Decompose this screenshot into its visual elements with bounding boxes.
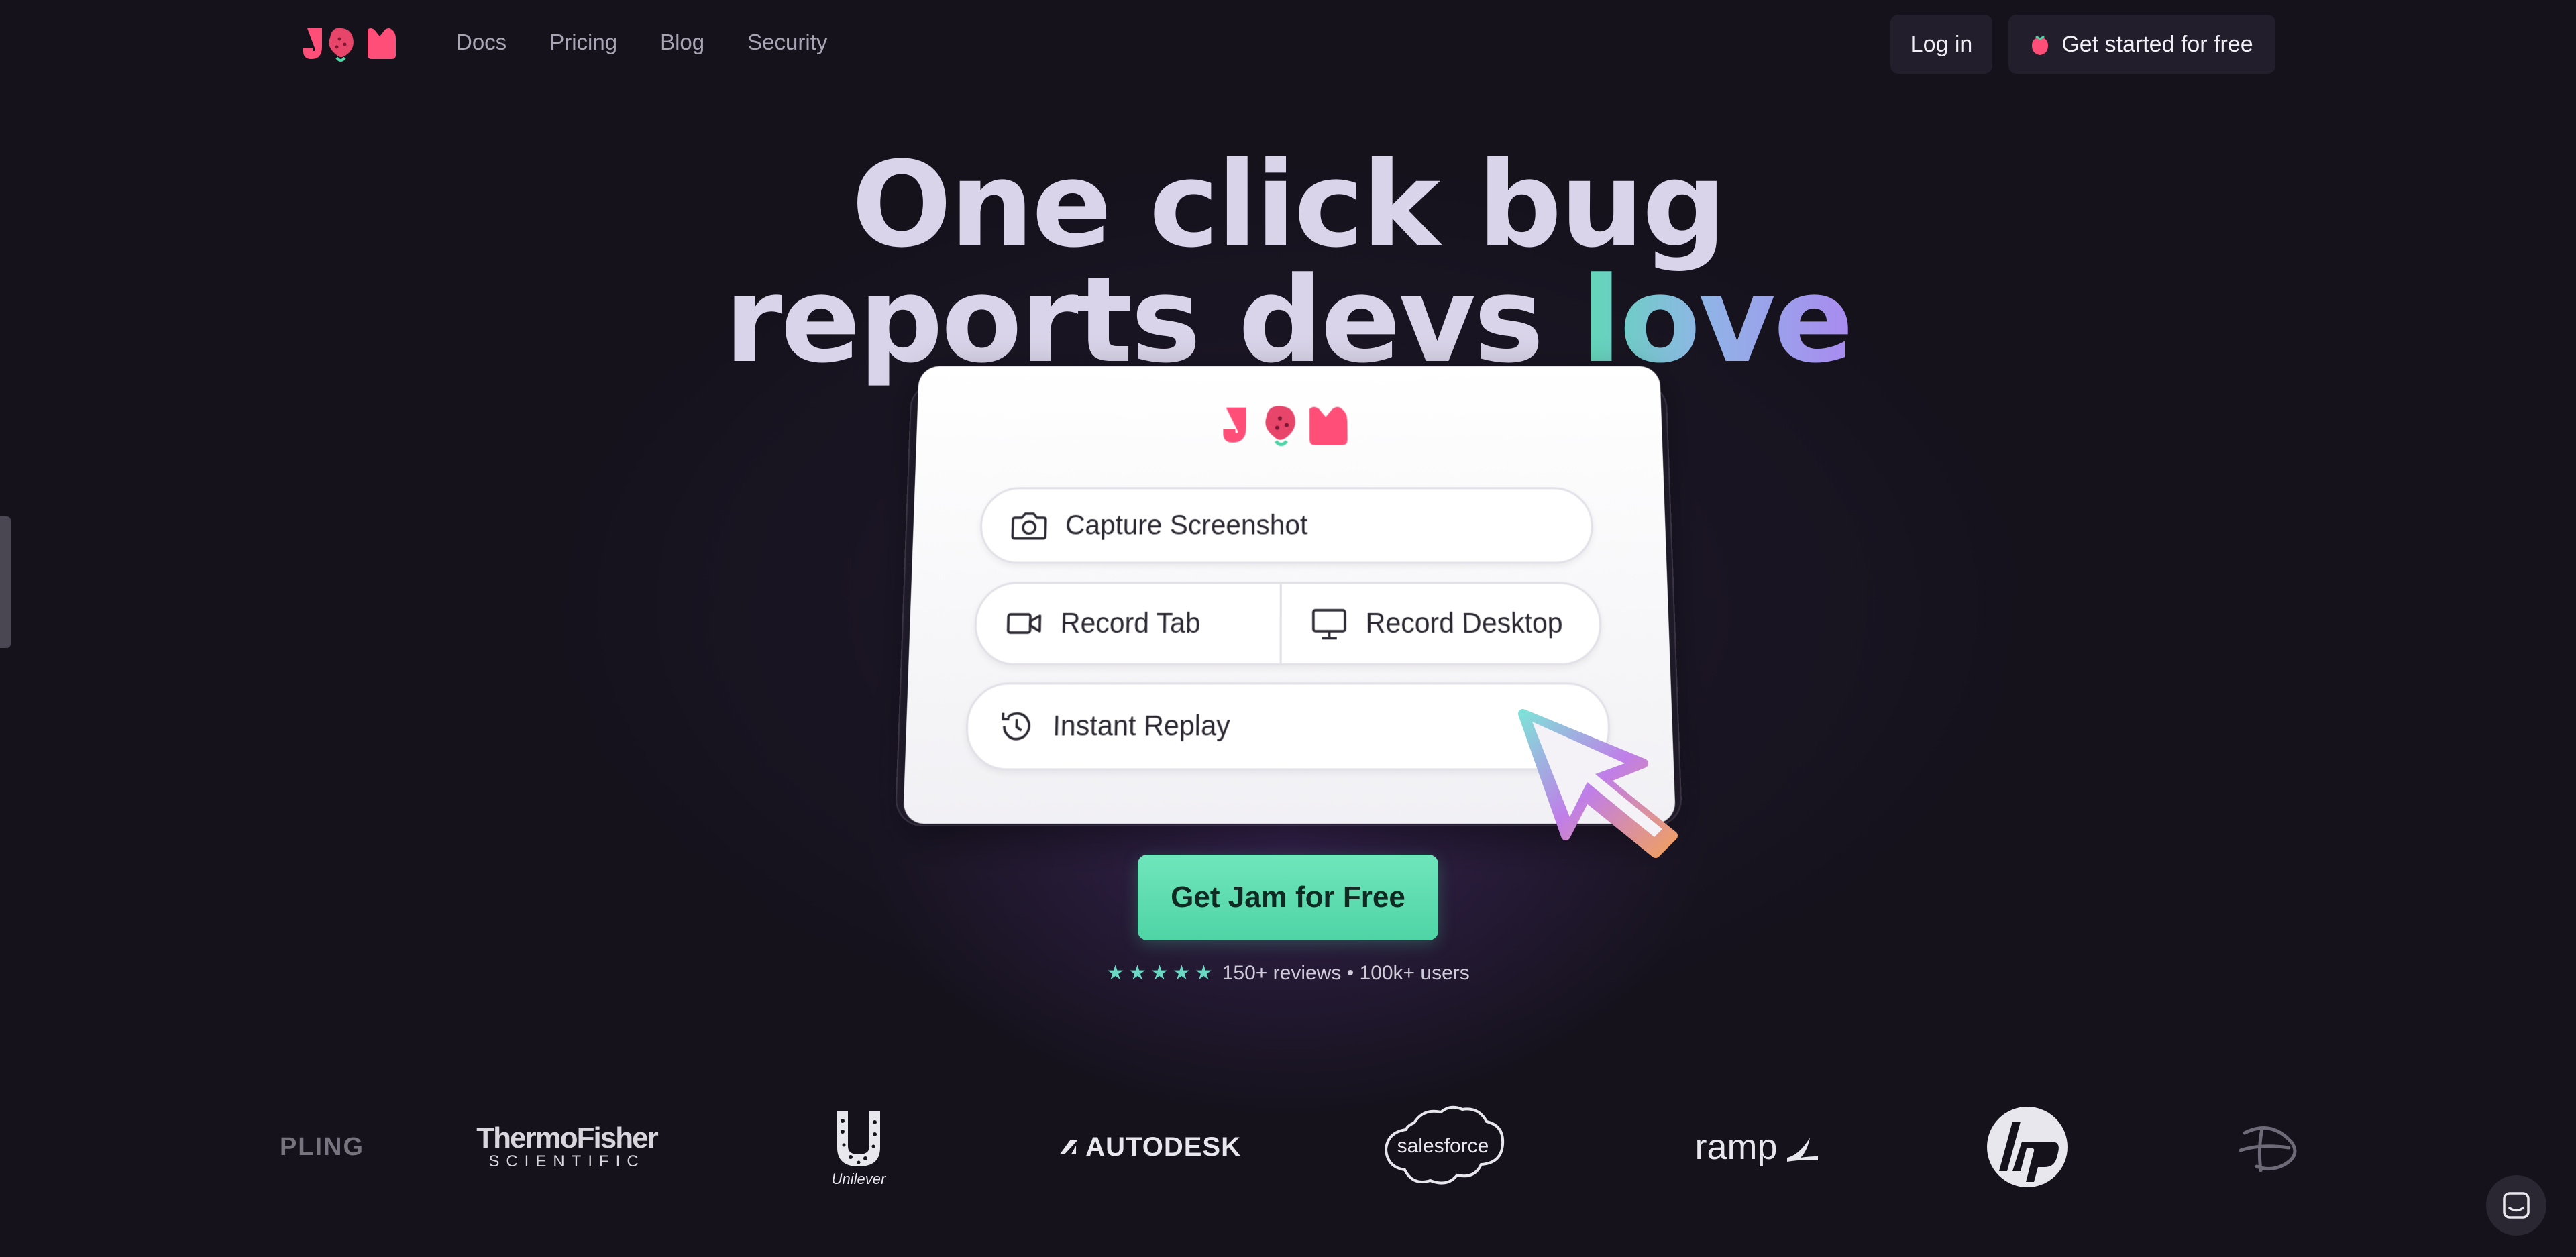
thermo-fisher-logo: ThermoFisher SCIENTIFIC bbox=[470, 1093, 664, 1201]
reviews-text: 150+ reviews • 100k+ users bbox=[1222, 962, 1470, 984]
nav-links: Docs Pricing Blog Security bbox=[456, 30, 827, 55]
salesforce-logo: salesforce bbox=[1381, 1093, 1505, 1201]
star-icon: ★ bbox=[1150, 962, 1169, 984]
star-icon: ★ bbox=[1194, 962, 1213, 984]
capture-screenshot-label: Capture Screenshot bbox=[1065, 510, 1308, 541]
hero-title: One click bug reports devs love bbox=[0, 136, 2576, 380]
hp-logo bbox=[1986, 1093, 2069, 1201]
nav-link-blog[interactable]: Blog bbox=[660, 30, 704, 55]
salesforce-wordmark: salesforce bbox=[1397, 1135, 1489, 1157]
get-jam-free-button[interactable]: Get Jam for Free bbox=[1138, 855, 1438, 940]
kipling-logo: PLING bbox=[279, 1132, 365, 1161]
hero-line-2: reports devs love bbox=[0, 262, 2576, 380]
autodesk-wordmark: AUTODESK bbox=[1085, 1132, 1241, 1162]
autodesk-a-icon bbox=[1060, 1140, 1078, 1154]
thermo-fisher-sub: SCIENTIFIC bbox=[488, 1152, 645, 1170]
get-started-label: Get started for free bbox=[2061, 31, 2253, 57]
record-tab-label: Record Tab bbox=[1060, 608, 1201, 639]
unilever-logo: Unilever bbox=[820, 1093, 898, 1201]
record-desktop-label: Record Desktop bbox=[1365, 608, 1564, 639]
reviews-row: ★ ★ ★ ★ ★ 150+ reviews • 100k+ users bbox=[0, 962, 2576, 985]
autodesk-logo: AUTODESK bbox=[1060, 1093, 1241, 1201]
strawberry-icon bbox=[2032, 35, 2049, 55]
camera-icon bbox=[1009, 506, 1049, 545]
salesforce-cloud-icon: salesforce bbox=[1384, 1105, 1505, 1185]
jam-card-logo bbox=[1223, 406, 1348, 449]
thermo-fisher-name: ThermoFisher bbox=[476, 1122, 658, 1154]
history-icon bbox=[996, 706, 1037, 747]
unilever-wordmark: Unilever bbox=[831, 1170, 886, 1187]
hero-line-1: One click bug bbox=[851, 136, 1726, 274]
rating-stars: ★ ★ ★ ★ ★ bbox=[1106, 963, 1213, 983]
login-button[interactable]: Log in bbox=[1890, 15, 1992, 74]
page: Docs Pricing Blog Security Log in Get st… bbox=[0, 0, 2576, 1257]
star-icon: ★ bbox=[1172, 962, 1191, 984]
record-options-row: Record Tab Record Desktop bbox=[973, 582, 1603, 666]
ramp-wordmark: ramp bbox=[1695, 1127, 1778, 1167]
chat-icon bbox=[2503, 1192, 2530, 1219]
top-nav: Docs Pricing Blog Security Log in Get st… bbox=[0, 0, 2576, 89]
customer-logos: PLING ThermoFisher SCIENTIFIC Unilever A… bbox=[0, 1093, 2576, 1201]
video-camera-icon bbox=[1004, 603, 1044, 643]
scroll-handle[interactable] bbox=[0, 516, 11, 648]
disney-d-icon bbox=[2239, 1126, 2297, 1172]
ramp-logo: ramp bbox=[1664, 1093, 1851, 1201]
disney-logo bbox=[2237, 1093, 2304, 1201]
chat-launcher-button[interactable] bbox=[2486, 1175, 2546, 1236]
hp-circle-icon bbox=[1987, 1107, 2068, 1187]
cursor-arrow-icon bbox=[1518, 709, 1678, 858]
nav-link-pricing[interactable]: Pricing bbox=[549, 30, 617, 55]
star-icon: ★ bbox=[1106, 962, 1125, 984]
capture-screenshot-button[interactable]: Capture Screenshot bbox=[979, 487, 1595, 564]
jam-logo[interactable] bbox=[303, 21, 405, 66]
ramp-mark-icon bbox=[1786, 1138, 1818, 1162]
record-desktop-button[interactable]: Record Desktop bbox=[1282, 584, 1564, 663]
nav-link-security[interactable]: Security bbox=[747, 30, 827, 55]
nav-link-docs[interactable]: Docs bbox=[456, 30, 506, 55]
unilever-u-icon bbox=[837, 1111, 880, 1166]
record-tab-button[interactable]: Record Tab bbox=[975, 584, 1282, 663]
monitor-icon bbox=[1309, 603, 1350, 643]
star-icon: ★ bbox=[1128, 962, 1147, 984]
instant-replay-label: Instant Replay bbox=[1052, 710, 1230, 742]
get-started-button[interactable]: Get started for free bbox=[2008, 15, 2275, 74]
